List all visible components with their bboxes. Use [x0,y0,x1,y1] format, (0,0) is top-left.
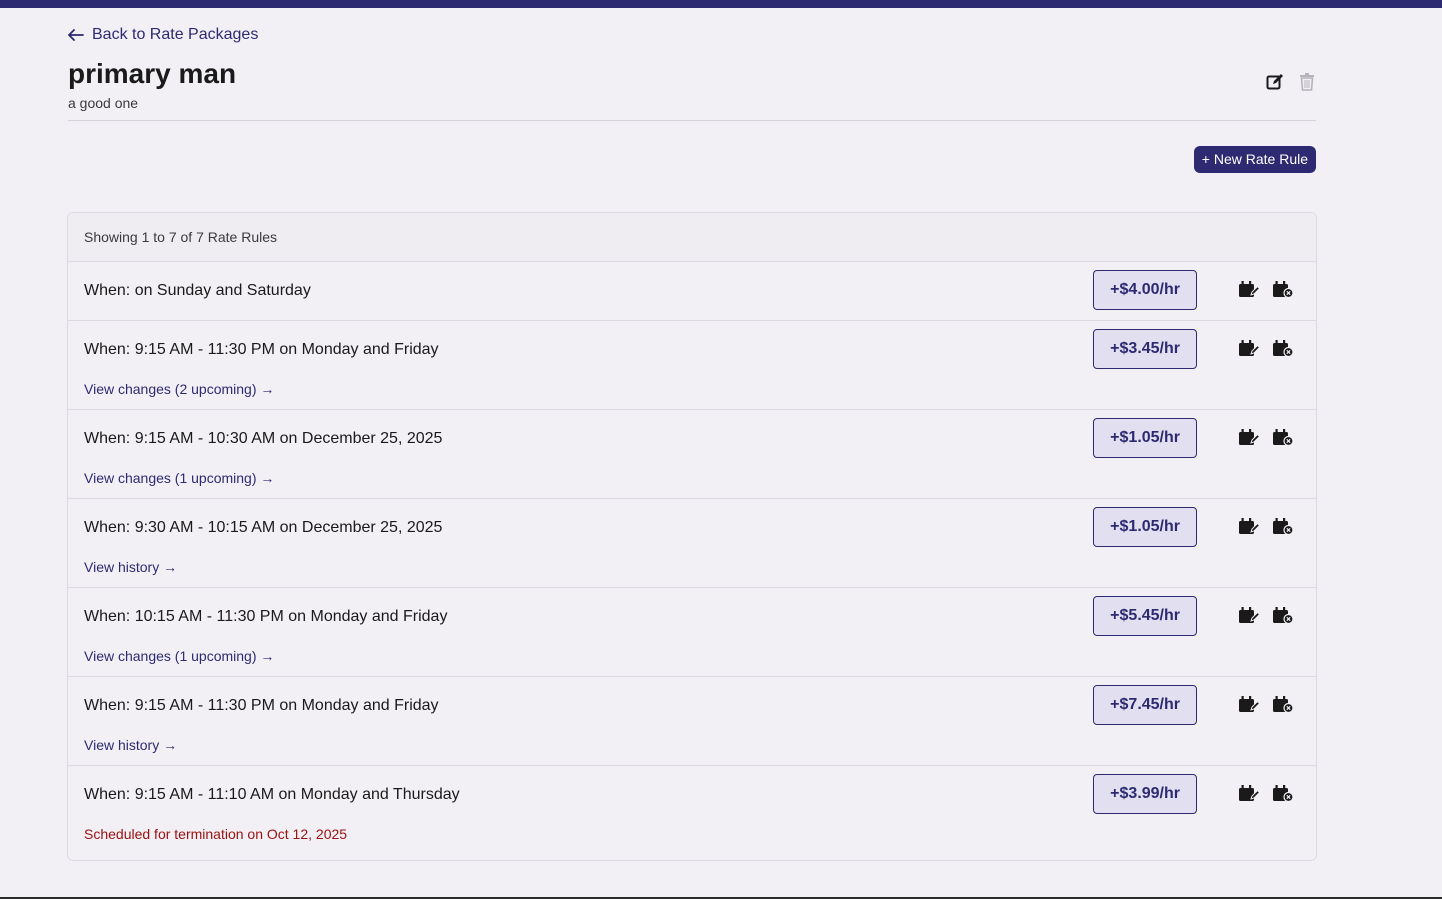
edit-rule-button[interactable] [1238,784,1261,807]
rule-actions [1238,784,1294,807]
rule-when-text: When: 9:15 AM - 10:30 AM on December 25,… [84,430,443,447]
end-rule-button[interactable] [1272,695,1294,718]
rule-when-text: When: 10:15 AM - 11:30 PM on Monday and … [84,608,448,625]
rate-rule-row: When: 9:30 AM - 10:15 AM on December 25,… [68,499,1316,588]
rate-amount-badge: +$1.05/hr [1093,507,1197,547]
rule-when-text: When: 9:15 AM - 11:30 PM on Monday and F… [84,341,439,358]
top-nav-strip [0,0,1442,8]
rate-rule-row: When: 9:15 AM - 11:10 AM on Monday and T… [68,766,1316,860]
rule-when-text: When: 9:15 AM - 11:30 PM on Monday and F… [84,697,439,714]
back-to-rate-packages-link[interactable]: Back to Rate Packages [68,26,258,44]
rate-rule-row: When: on Sunday and Saturday +$4.00/hr [68,262,1316,321]
rate-amount-badge: +$5.45/hr [1093,596,1197,636]
rate-rule-row: When: 9:15 AM - 11:30 PM on Monday and F… [68,321,1316,410]
edit-rule-button[interactable] [1238,606,1261,629]
view-history-link[interactable]: View history → [84,737,177,753]
rule-when-text: When: 9:30 AM - 10:15 AM on December 25,… [84,519,443,536]
edit-rule-button[interactable] [1238,339,1261,362]
rate-amount-badge: +$1.05/hr [1093,418,1197,458]
end-rule-button[interactable] [1272,280,1294,303]
page-subtitle: a good one [68,95,139,111]
rate-rule-row: When: 10:15 AM - 11:30 PM on Monday and … [68,588,1316,677]
page-title: primary man [68,58,237,89]
end-rule-button[interactable] [1272,606,1294,629]
end-rule-button[interactable] [1272,428,1294,451]
rate-amount-badge: +$7.45/hr [1093,685,1197,725]
calendar-edit-icon [1238,428,1261,451]
rule-actions [1238,428,1294,451]
package-actions [1266,72,1316,96]
rate-amount-badge: +$4.00/hr [1093,270,1197,310]
rate-rule-row: When: 9:15 AM - 11:30 PM on Monday and F… [68,677,1316,766]
rules-list: When: on Sunday and Saturday +$4.00/hr Whe… [68,262,1316,860]
calendar-close-icon [1272,606,1294,629]
edit-rule-button[interactable] [1238,695,1261,718]
new-rate-rule-button[interactable]: + New Rate Rule [1193,146,1316,173]
calendar-edit-icon [1238,280,1261,303]
view-changes-link[interactable]: View changes (1 upcoming) → [84,470,274,486]
edit-rule-button[interactable] [1238,428,1261,451]
calendar-close-icon [1272,784,1294,807]
arrow-left-icon [68,29,84,41]
edit-icon [1266,73,1284,96]
edit-package-button[interactable] [1266,73,1284,96]
rule-actions [1238,695,1294,718]
rate-amount-badge: +$3.45/hr [1093,329,1197,369]
view-history-link[interactable]: View history → [84,559,177,575]
calendar-edit-icon [1238,517,1261,540]
edit-rule-button[interactable] [1238,280,1261,303]
calendar-edit-icon [1238,695,1261,718]
calendar-edit-icon [1238,606,1261,629]
calendar-close-icon [1272,428,1294,451]
view-changes-link[interactable]: View changes (1 upcoming) → [84,648,274,664]
header-divider [68,120,1316,121]
calendar-edit-icon [1238,339,1261,362]
end-rule-button[interactable] [1272,339,1294,362]
end-rule-button[interactable] [1272,517,1294,540]
rule-when-text: When: on Sunday and Saturday [84,282,311,299]
rule-actions [1238,517,1294,540]
calendar-close-icon [1272,280,1294,303]
rate-amount-badge: +$3.99/hr [1093,774,1197,814]
trash-icon [1300,72,1314,96]
end-rule-button[interactable] [1272,784,1294,807]
calendar-close-icon [1272,695,1294,718]
back-link-label: Back to Rate Packages [92,26,259,43]
rule-actions [1238,339,1294,362]
rate-rule-row: When: 9:15 AM - 10:30 AM on December 25,… [68,410,1316,499]
rules-summary: Showing 1 to 7 of 7 Rate Rules [68,213,1316,262]
calendar-close-icon [1272,517,1294,540]
rate-rules-card: Showing 1 to 7 of 7 Rate Rules When: on … [67,212,1317,861]
edit-rule-button[interactable] [1238,517,1261,540]
termination-notice: Scheduled for termination on Oct 12, 202… [84,826,348,842]
delete-package-button[interactable] [1298,72,1316,96]
calendar-close-icon [1272,339,1294,362]
rule-actions [1238,280,1294,303]
view-changes-link[interactable]: View changes (2 upcoming) → [84,381,274,397]
rule-actions [1238,606,1294,629]
rule-when-text: When: 9:15 AM - 11:10 AM on Monday and T… [84,786,460,803]
calendar-edit-icon [1238,784,1261,807]
